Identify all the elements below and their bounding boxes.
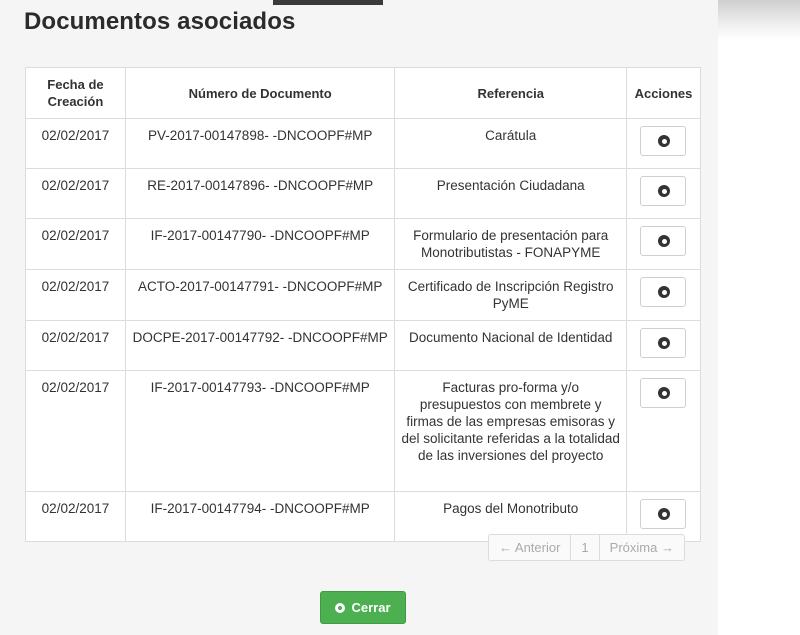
view-document-button[interactable]: [640, 499, 687, 529]
pagination-page-1[interactable]: 1: [570, 535, 598, 560]
view-document-button[interactable]: [640, 328, 687, 358]
cell-acciones: [625, 370, 702, 492]
cell-numero: PV-2017-00147898- -DNCOOPF#MP: [124, 118, 396, 169]
view-document-button[interactable]: [640, 126, 687, 156]
cell-numero: IF-2017-00147794- -DNCOOPF#MP: [124, 491, 396, 542]
table-row: 02/02/2017 IF-2017-00147790- -DNCOOPF#MP…: [25, 218, 702, 270]
table-header-row: Fecha de Creación Número de Documento Re…: [25, 67, 702, 119]
cell-referencia: Presentación Ciudadana: [394, 168, 627, 219]
close-button[interactable]: Cerrar: [320, 591, 406, 624]
circle-dot-icon: [658, 135, 671, 147]
cell-numero: DOCPE-2017-00147792- -DNCOOPF#MP: [124, 320, 396, 371]
cell-acciones: [625, 320, 702, 371]
cell-fecha: 02/02/2017: [25, 491, 126, 542]
table-row: 02/02/2017 IF-2017-00147793- -DNCOOPF#MP…: [25, 370, 702, 492]
table-row: 02/02/2017 RE-2017-00147896- -DNCOOPF#MP…: [25, 168, 702, 219]
pagination-prev-button[interactable]: ← Anterior: [489, 535, 570, 560]
header-acciones: Acciones: [625, 67, 702, 119]
circle-dot-icon: [658, 185, 671, 197]
circle-dot-icon: [658, 235, 671, 247]
cell-referencia: Certificado de Inscripción Registro PyME: [394, 269, 627, 321]
pagination: ← Anterior 1 Próxima →: [488, 534, 685, 561]
cell-numero: RE-2017-00147896- -DNCOOPF#MP: [124, 168, 396, 219]
table-row: 02/02/2017 ACTO-2017-00147791- -DNCOOPF#…: [25, 269, 702, 321]
cell-acciones: [625, 118, 702, 169]
view-document-button[interactable]: [640, 277, 687, 307]
pagination-next-button[interactable]: Próxima →: [598, 535, 684, 560]
modal-panel: Documentos asociados Fecha de Creación N…: [0, 0, 718, 635]
header-fecha: Fecha de Creación: [25, 67, 126, 119]
cell-fecha: 02/02/2017: [25, 218, 126, 270]
cell-fecha: 02/02/2017: [25, 168, 126, 219]
table-row: 02/02/2017 DOCPE-2017-00147792- -DNCOOPF…: [25, 320, 702, 371]
cell-fecha: 02/02/2017: [25, 269, 126, 321]
top-dark-bar: [273, 0, 383, 5]
cell-fecha: 02/02/2017: [25, 118, 126, 169]
cell-fecha: 02/02/2017: [25, 320, 126, 371]
circle-dot-icon: [658, 508, 671, 520]
cell-numero: IF-2017-00147790- -DNCOOPF#MP: [124, 218, 396, 270]
documents-table: Fecha de Creación Número de Documento Re…: [25, 67, 702, 542]
page-title: Documentos asociados: [24, 8, 296, 35]
cell-referencia: Facturas pro-forma y/o presupuestos con …: [394, 370, 627, 492]
circle-dot-icon: [658, 337, 671, 349]
circle-dot-icon: [658, 387, 671, 399]
view-document-button[interactable]: [640, 378, 687, 408]
close-button-label: Cerrar: [351, 600, 391, 615]
cell-referencia: Documento Nacional de Identidad: [394, 320, 627, 371]
cell-referencia: Formulario de presentación para Monotrib…: [394, 218, 627, 270]
table-row: 02/02/2017 PV-2017-00147898- -DNCOOPF#MP…: [25, 118, 702, 169]
header-referencia: Referencia: [394, 67, 627, 119]
cell-acciones: [625, 218, 702, 270]
header-numero: Número de Documento: [124, 67, 396, 119]
circle-dot-icon: [335, 602, 346, 613]
cell-numero: IF-2017-00147793- -DNCOOPF#MP: [124, 370, 396, 492]
view-document-button[interactable]: [640, 176, 687, 206]
cell-acciones: [625, 168, 702, 219]
cell-numero: ACTO-2017-00147791- -DNCOOPF#MP: [124, 269, 396, 321]
cell-referencia: Carátula: [394, 118, 627, 169]
circle-dot-icon: [658, 286, 671, 298]
view-document-button[interactable]: [640, 226, 687, 256]
cell-acciones: [625, 269, 702, 321]
cell-fecha: 02/02/2017: [25, 370, 126, 492]
